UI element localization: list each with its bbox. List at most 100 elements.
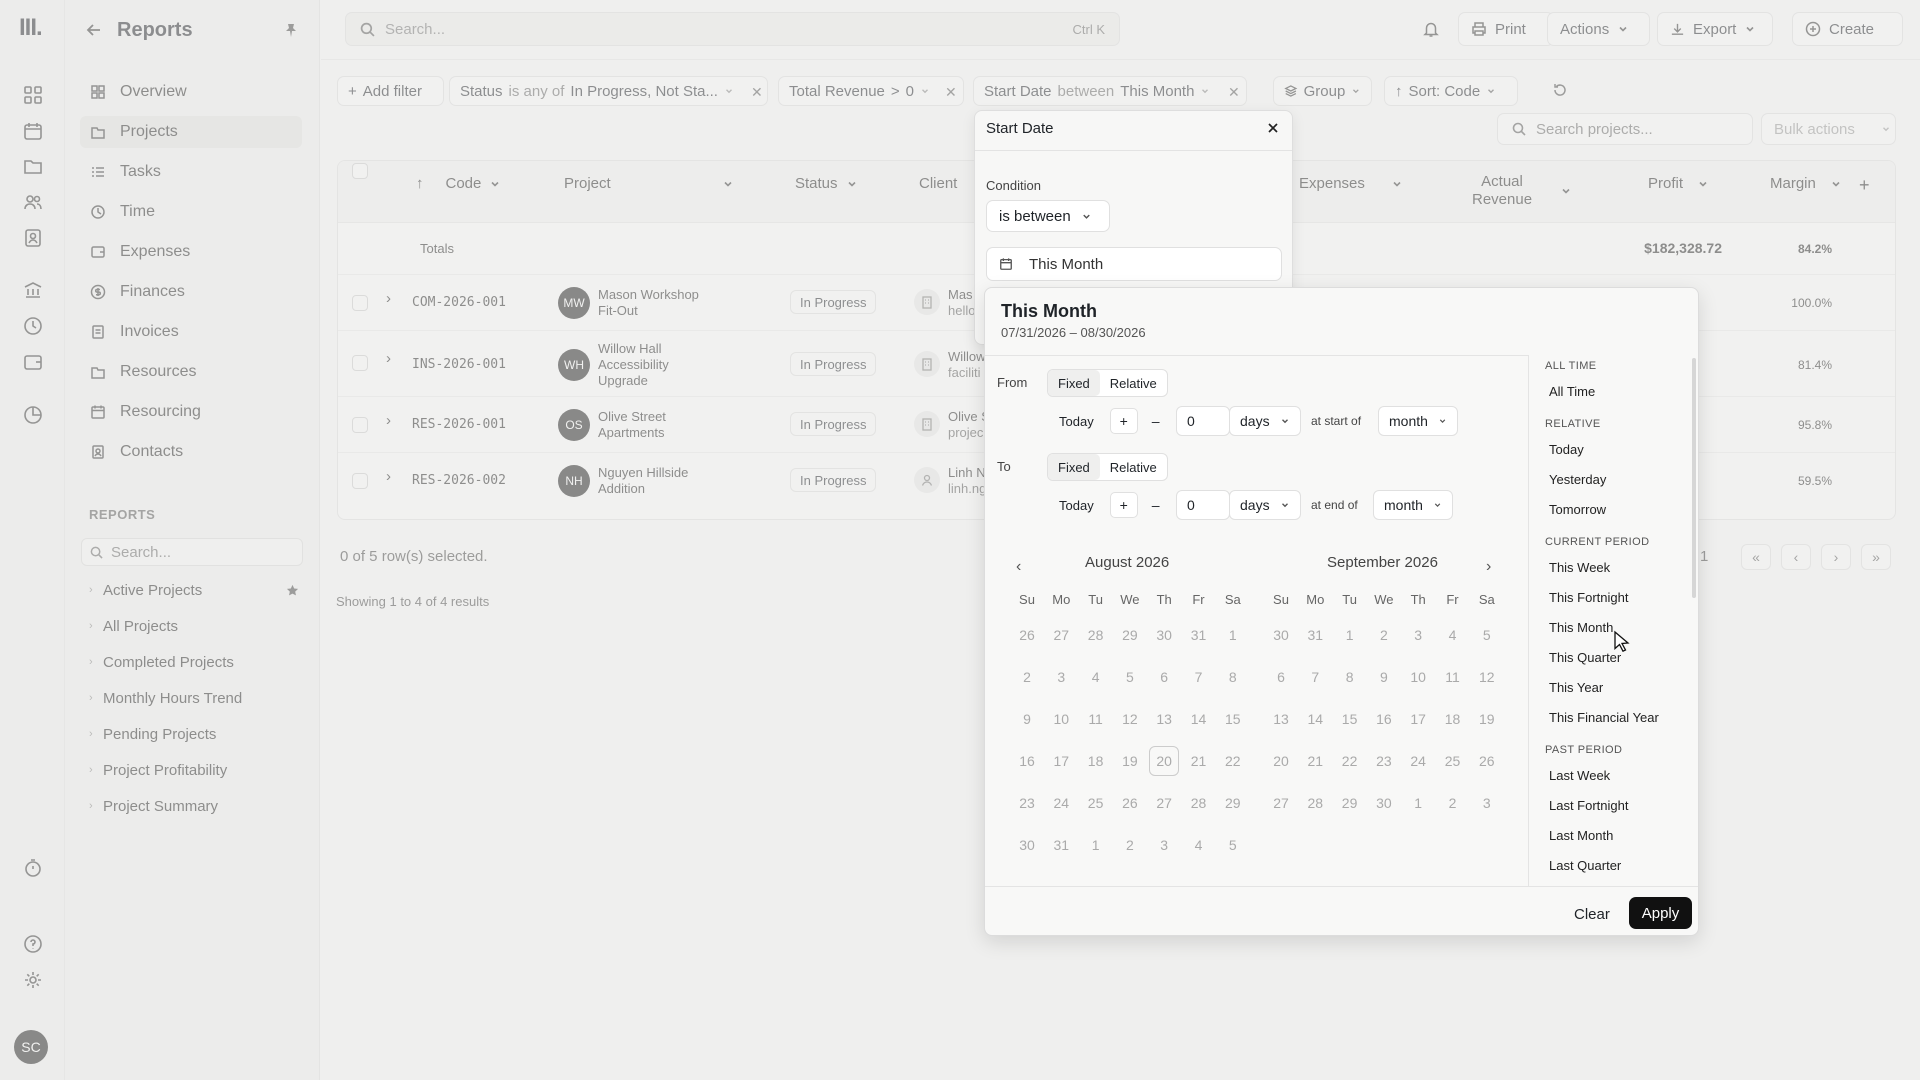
sidebar-item-time[interactable]: Time	[80, 196, 302, 228]
sidebar-item-resourcing[interactable]: Resourcing	[80, 396, 302, 428]
help-icon[interactable]	[22, 933, 44, 955]
calendar-day[interactable]: 10	[1403, 662, 1433, 692]
close-icon[interactable]	[1266, 121, 1280, 135]
calendar-day[interactable]: 22	[1218, 746, 1248, 776]
calendar-day[interactable]: 6	[1266, 662, 1296, 692]
revenue-filter-chip[interactable]: Total Revenue > 0	[778, 76, 964, 106]
calendar-day[interactable]: 4	[1438, 620, 1468, 650]
calendar-day[interactable]: 14	[1300, 704, 1330, 734]
sidebar-item-tasks[interactable]: Tasks	[80, 156, 302, 188]
dashboard-icon[interactable]	[22, 84, 44, 106]
calendar-day[interactable]: 18	[1438, 704, 1468, 734]
first-page-button[interactable]: «	[1741, 544, 1771, 570]
column-header-expenses[interactable]: Expenses	[1299, 175, 1403, 192]
preset-item[interactable]: This Quarter	[1549, 650, 1621, 665]
column-header-project[interactable]: Project	[564, 175, 734, 192]
calendar-day[interactable]: 25	[1081, 788, 1111, 818]
calendar-day[interactable]: 19	[1115, 746, 1145, 776]
row-checkbox[interactable]	[352, 473, 368, 489]
calendar-day[interactable]: 31	[1184, 620, 1214, 650]
calendar-day[interactable]: 2	[1012, 662, 1042, 692]
calendar-day[interactable]: 30	[1369, 788, 1399, 818]
calendar-day[interactable]: 17	[1046, 746, 1076, 776]
expand-row-chevron-icon[interactable]: ›	[386, 351, 391, 367]
calendar-day[interactable]: 9	[1369, 662, 1399, 692]
sidebar-item-contacts[interactable]: Contacts	[80, 436, 302, 468]
to-plus-button[interactable]: +	[1109, 492, 1138, 518]
preset-item[interactable]: Last Quarter	[1549, 858, 1621, 873]
reports-search-input[interactable]: Search...	[81, 538, 303, 566]
calendar-day[interactable]: 18	[1081, 746, 1111, 776]
calendar-day[interactable]: 12	[1115, 704, 1145, 734]
row-checkbox[interactable]	[352, 295, 368, 311]
user-avatar[interactable]: SC	[14, 1030, 48, 1064]
preset-item[interactable]: Yesterday	[1549, 472, 1606, 487]
calendar-day[interactable]: 2	[1369, 620, 1399, 650]
calendar-day[interactable]: 13	[1149, 704, 1179, 734]
calendar-day[interactable]: 17	[1403, 704, 1433, 734]
timer-icon[interactable]	[22, 857, 44, 879]
wallet-icon[interactable]	[22, 351, 44, 373]
preset-item[interactable]: All Time	[1549, 384, 1595, 399]
calendar-day[interactable]: 24	[1046, 788, 1076, 818]
calendar-day[interactable]: 4	[1081, 662, 1111, 692]
clear-button[interactable]: Clear	[1564, 899, 1620, 929]
calendar-day[interactable]: 3	[1403, 620, 1433, 650]
users-icon[interactable]	[22, 191, 44, 213]
calendar-day[interactable]: 7	[1300, 662, 1330, 692]
calendar-day[interactable]: 5	[1115, 662, 1145, 692]
from-minus-button[interactable]: –	[1142, 408, 1170, 434]
calendar-day[interactable]: 29	[1218, 788, 1248, 818]
calendar-day[interactable]: 27	[1046, 620, 1076, 650]
to-period-select[interactable]: month	[1373, 490, 1453, 520]
prev-page-button[interactable]: ‹	[1781, 544, 1811, 570]
to-fixed-option[interactable]: Fixed	[1048, 454, 1100, 480]
column-header-client[interactable]: Client	[919, 175, 957, 192]
preset-scrollbar[interactable]	[1692, 358, 1696, 598]
bell-icon[interactable]	[1422, 20, 1440, 38]
calendar-day[interactable]: 27	[1149, 788, 1179, 818]
star-icon[interactable]	[286, 584, 299, 597]
calendar-day[interactable]: 1	[1403, 788, 1433, 818]
calendar-day-today[interactable]: 20	[1149, 746, 1180, 776]
from-plus-button[interactable]: +	[1109, 408, 1138, 434]
select-all-checkbox[interactable]	[352, 163, 368, 179]
remove-revenue-filter-icon[interactable]: ✕	[945, 84, 957, 101]
preset-item[interactable]: This Week	[1549, 560, 1610, 575]
sidebar-item-projects[interactable]: Projects	[80, 116, 302, 148]
calendar-day[interactable]: 8	[1335, 662, 1365, 692]
calendar-day[interactable]: 27	[1266, 788, 1296, 818]
sidebar-item-invoices[interactable]: Invoices	[80, 316, 302, 348]
preset-item[interactable]: Last Fortnight	[1549, 798, 1629, 813]
group-button[interactable]: Group	[1273, 76, 1372, 106]
project-search-input[interactable]: Search projects...	[1497, 113, 1753, 145]
preset-item[interactable]: This Fortnight	[1549, 590, 1628, 605]
add-filter-button[interactable]: + Add filter	[337, 76, 444, 106]
from-unit-select[interactable]: days	[1229, 406, 1301, 436]
calendar-day[interactable]: 28	[1184, 788, 1214, 818]
add-column-button[interactable]: +	[1859, 175, 1870, 196]
calendar-day[interactable]: 20	[1266, 746, 1296, 776]
calendar-day[interactable]: 13	[1266, 704, 1296, 734]
calendar-day[interactable]: 31	[1300, 620, 1330, 650]
calendar-day[interactable]: 29	[1335, 788, 1365, 818]
calendar-day[interactable]: 10	[1046, 704, 1076, 734]
column-header-margin[interactable]: Margin	[1770, 175, 1842, 192]
sidebar-item-overview[interactable]: Overview	[80, 76, 302, 108]
calendar-day[interactable]: 2	[1438, 788, 1468, 818]
calendar-day[interactable]: 14	[1184, 704, 1214, 734]
calendar-day[interactable]: 12	[1472, 662, 1502, 692]
reset-icon[interactable]	[1552, 82, 1568, 98]
calendar-day[interactable]: 30	[1149, 620, 1179, 650]
preset-item[interactable]: This Month	[1549, 620, 1613, 635]
global-search-input[interactable]: Search... Ctrl K	[345, 12, 1120, 46]
calendar-day[interactable]: 5	[1472, 620, 1502, 650]
calendar-day[interactable]: 23	[1012, 788, 1042, 818]
calendar-day[interactable]: 16	[1369, 704, 1399, 734]
calendar-day[interactable]: 24	[1403, 746, 1433, 776]
calendar-day[interactable]: 29	[1115, 620, 1145, 650]
calendar-day[interactable]: 30	[1266, 620, 1296, 650]
calendar-day[interactable]: 1	[1335, 620, 1365, 650]
calendar-day[interactable]: 28	[1081, 620, 1111, 650]
calendar-day[interactable]: 21	[1300, 746, 1330, 776]
